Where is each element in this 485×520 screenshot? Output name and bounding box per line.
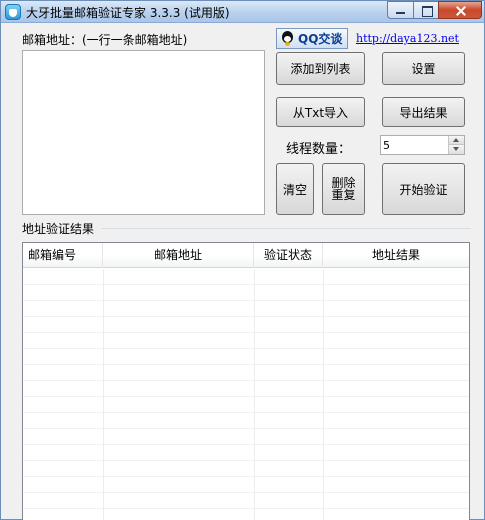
column-header-email-number[interactable]: 邮箱编号	[23, 243, 103, 268]
website-link[interactable]: http://daya123.net	[356, 32, 459, 45]
main-window: 大牙批量邮箱验证专家 3.3.3 (试用版) 邮箱地址：(一行一条邮箱地址) Q…	[0, 0, 485, 520]
clear-button[interactable]: 清空	[276, 163, 314, 215]
thread-count-label: 线程数量：	[286, 142, 352, 157]
column-header-email-address[interactable]: 邮箱地址	[103, 243, 254, 268]
start-verify-button[interactable]: 开始验证	[382, 163, 465, 215]
group-divider	[101, 228, 471, 229]
results-group-label: 地址验证结果	[22, 222, 95, 236]
results-table[interactable]: 邮箱编号 邮箱地址 验证状态 地址结果	[22, 242, 470, 520]
window-title: 大牙批量邮箱验证专家 3.3.3 (试用版)	[26, 6, 230, 20]
qq-chat-button[interactable]: QQ交谈	[276, 28, 348, 49]
title-bar[interactable]: 大牙批量邮箱验证专家 3.3.3 (试用版)	[1, 1, 484, 23]
export-results-button[interactable]: 导出结果	[382, 97, 465, 127]
column-header-address-result[interactable]: 地址结果	[323, 243, 469, 268]
stepper-up-icon[interactable]	[449, 136, 464, 145]
close-icon[interactable]	[438, 1, 482, 19]
minimize-icon[interactable]	[387, 1, 413, 19]
email-input-label: 邮箱地址：(一行一条邮箱地址)	[22, 33, 188, 47]
qq-chat-label: QQ交谈	[298, 32, 343, 46]
remove-duplicates-button[interactable]: 删除重复	[322, 163, 365, 215]
import-txt-button[interactable]: 从Txt导入	[276, 97, 365, 127]
qq-penguin-icon	[279, 30, 296, 47]
column-header-verify-status[interactable]: 验证状态	[254, 243, 323, 268]
email-list-input[interactable]	[22, 50, 265, 215]
results-table-header: 邮箱编号 邮箱地址 验证状态 地址结果	[23, 243, 469, 268]
results-rows-area	[23, 269, 469, 520]
settings-button[interactable]: 设置	[382, 52, 465, 85]
stepper-buttons	[448, 136, 464, 154]
maximize-icon[interactable]	[413, 1, 438, 19]
add-to-list-button[interactable]: 添加到列表	[276, 52, 365, 85]
app-icon	[5, 4, 21, 20]
thread-count-input[interactable]	[381, 136, 449, 154]
thread-count-stepper[interactable]	[380, 135, 465, 155]
stepper-down-icon[interactable]	[449, 145, 464, 154]
window-controls	[387, 1, 482, 20]
